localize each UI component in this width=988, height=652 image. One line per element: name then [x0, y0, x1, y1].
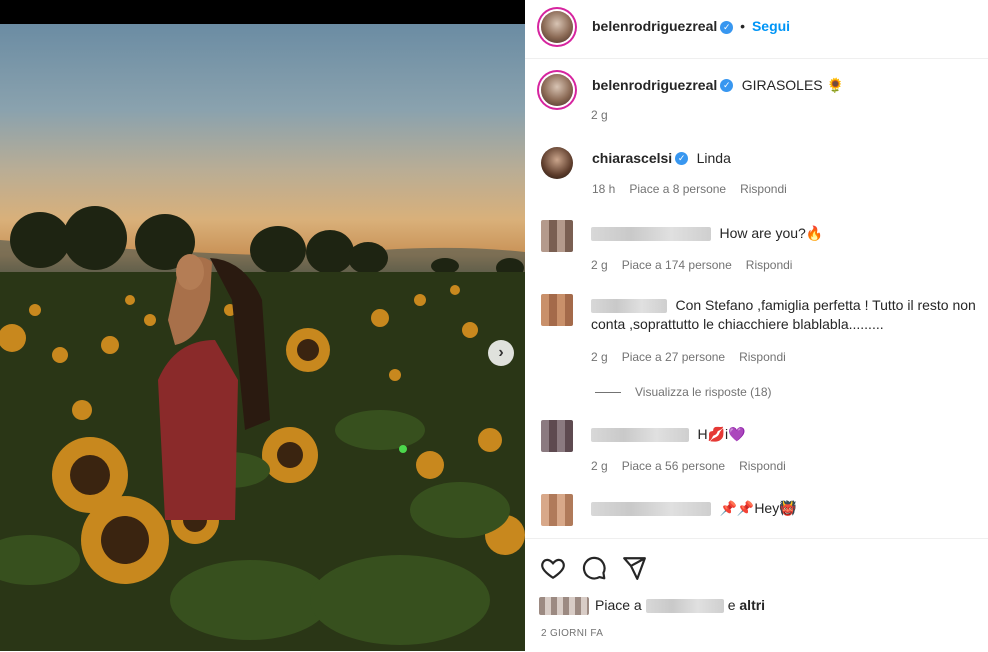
verified-icon: ✓ — [720, 20, 734, 34]
follow-button[interactable]: Segui — [752, 18, 790, 34]
reply-button[interactable]: Rispondi — [746, 258, 793, 272]
commenter-avatar[interactable] — [541, 294, 573, 326]
liker-avatars — [539, 597, 589, 616]
likes-summary: Piace a e altri — [539, 597, 765, 616]
author-avatar[interactable] — [541, 74, 573, 106]
commenter-username-blurred[interactable] — [591, 298, 667, 313]
comment-text: Linda — [696, 150, 731, 166]
post-time-ago: 2 GIORNI FA — [541, 628, 604, 639]
comment-likes[interactable]: Piace a 8 persone — [629, 182, 726, 196]
next-photo-button[interactable]: › — [488, 340, 514, 366]
comment-likes[interactable]: Piace a 27 persone — [622, 350, 725, 364]
comment-text: H💋i💜 — [697, 426, 746, 442]
commenter-username-blurred[interactable] — [591, 226, 711, 241]
post-header: belenrodriguezreal ✓ • Segui — [525, 0, 988, 59]
post-photo: › — [0, 0, 525, 651]
liker-name-blurred[interactable] — [645, 599, 724, 614]
commenter-avatar[interactable] — [541, 420, 573, 452]
comment-time: 2 g — [591, 459, 608, 473]
chevron-right-icon: › — [498, 344, 504, 361]
comment-button[interactable] — [581, 555, 607, 581]
comment-likes[interactable]: Piace a 174 persone — [622, 258, 732, 272]
commenter-username[interactable]: chiarascelsi — [592, 150, 672, 166]
separator-dot: • — [740, 18, 746, 34]
comment-icon — [582, 556, 606, 580]
likes-suffix: e — [727, 597, 736, 613]
likes-prefix: Piace a — [595, 597, 642, 613]
comment-time: 2 g — [591, 258, 608, 272]
comment-likes[interactable]: Piace a 56 persone — [622, 459, 725, 473]
comment-time: 2 g — [591, 350, 608, 364]
reply-button[interactable]: Rispondi — [740, 182, 787, 196]
commenter-avatar[interactable] — [541, 494, 573, 526]
verified-icon: ✓ — [720, 79, 734, 93]
likes-others-link[interactable]: altri — [739, 597, 765, 613]
send-icon — [623, 557, 646, 580]
comment-text: 📌📌Hey👹 — [719, 500, 797, 516]
comment-text: How are you?🔥 — [719, 225, 824, 241]
commenter-username-blurred[interactable] — [591, 501, 711, 516]
commenter-avatar[interactable] — [541, 220, 573, 252]
heart-icon — [541, 558, 565, 580]
sunflower-field-image — [0, 206, 525, 651]
author-username[interactable]: belenrodriguezreal — [592, 18, 717, 34]
indicator-dot — [399, 445, 407, 453]
commenter-avatar[interactable] — [541, 147, 573, 179]
caption-time: 2 g — [591, 108, 608, 122]
verified-icon: ✓ — [675, 152, 689, 166]
post-panel: belenrodriguezreal ✓ • Segui belenrodrigu… — [525, 0, 988, 651]
reply-button[interactable]: Rispondi — [739, 459, 786, 473]
view-replies-button[interactable]: Visualizza le risposte (18) — [595, 385, 786, 399]
like-button[interactable] — [540, 555, 566, 581]
replies-line — [595, 392, 621, 394]
reply-button[interactable]: Rispondi — [739, 350, 786, 364]
comment-time: 18 h — [592, 182, 616, 196]
caption-username[interactable]: belenrodriguezreal — [592, 77, 717, 93]
view-replies-label: Visualizza le risposte (18) — [635, 385, 772, 399]
caption-text: GIRASOLES 🌻 — [741, 77, 844, 93]
author-avatar[interactable] — [541, 11, 573, 43]
commenter-username-blurred[interactable] — [591, 427, 689, 442]
share-button[interactable] — [621, 555, 647, 581]
